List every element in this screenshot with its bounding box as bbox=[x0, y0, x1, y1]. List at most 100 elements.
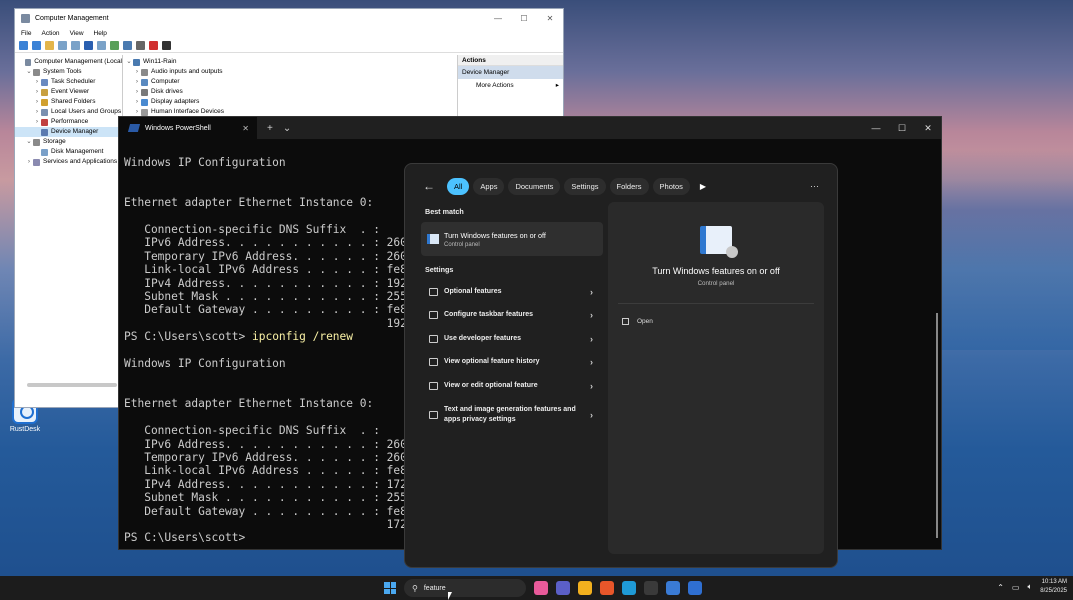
tree-item[interactable]: ⌄ Storage bbox=[15, 137, 122, 147]
filter-settings[interactable]: Settings bbox=[564, 177, 606, 195]
tree-item-label: Shared Folders bbox=[51, 98, 96, 105]
tab-close-icon[interactable]: ✕ bbox=[242, 124, 249, 133]
volume-icon[interactable]: 🔈︎ bbox=[1027, 582, 1032, 592]
expand-icon[interactable]: › bbox=[25, 157, 33, 167]
setting-developer-features[interactable]: Use developer features › bbox=[421, 327, 603, 351]
tree-item[interactable]: Disk Management bbox=[15, 147, 122, 157]
minimize-button[interactable]: — bbox=[863, 123, 889, 134]
tree-item[interactable]: › Services and Applications bbox=[15, 157, 122, 167]
expand-icon[interactable]: ⌄ bbox=[25, 67, 33, 77]
setting-feature-history[interactable]: View optional feature history › bbox=[421, 351, 603, 375]
clock[interactable]: 10:13 AM 8/25/2025 bbox=[1040, 578, 1067, 596]
expand-icon[interactable]: › bbox=[33, 107, 41, 117]
expand-icon[interactable]: › bbox=[33, 87, 41, 97]
actions-device-manager[interactable]: Device Manager bbox=[458, 66, 563, 79]
expand-icon[interactable]: › bbox=[33, 77, 41, 87]
setting-optional-features[interactable]: Optional features › bbox=[421, 280, 603, 304]
expand-icon[interactable]: › bbox=[133, 97, 141, 107]
filter-documents[interactable]: Documents bbox=[508, 177, 561, 195]
taskbar-app-icon[interactable] bbox=[600, 581, 614, 595]
expand-icon[interactable]: › bbox=[133, 87, 141, 97]
menu-view[interactable]: View bbox=[70, 30, 84, 37]
menu-action[interactable]: Action bbox=[41, 30, 59, 37]
expand-icon[interactable]: › bbox=[33, 97, 41, 107]
maximize-button[interactable]: ☐ bbox=[511, 14, 537, 23]
taskbar-app-icon[interactable] bbox=[556, 581, 570, 595]
search-icon: ⚲ bbox=[412, 583, 418, 593]
setting-label: Optional features bbox=[444, 287, 502, 295]
cm-titlebar[interactable]: Computer Management — ☐ ✕ bbox=[15, 9, 563, 27]
open-icon bbox=[622, 317, 629, 325]
device-category[interactable]: › Display adapters bbox=[123, 97, 457, 107]
open-action[interactable]: Open bbox=[608, 312, 824, 330]
start-button[interactable] bbox=[384, 582, 396, 594]
taskbar-app-icon[interactable] bbox=[666, 581, 680, 595]
terminal-scrollbar[interactable] bbox=[936, 313, 938, 538]
filter-all[interactable]: All bbox=[447, 177, 470, 195]
computer-icon[interactable] bbox=[123, 41, 132, 50]
more-filters-icon[interactable]: ▶ bbox=[700, 182, 706, 191]
scan-hardware-icon[interactable] bbox=[110, 41, 119, 50]
filter-folders[interactable]: Folders bbox=[609, 177, 649, 195]
device-category[interactable]: › Computer bbox=[123, 77, 457, 87]
best-match-result[interactable]: Turn Windows features on or off Control … bbox=[421, 222, 603, 256]
taskbar-app-icon[interactable] bbox=[534, 581, 548, 595]
setting-label: Text and image generation features and a… bbox=[444, 405, 576, 423]
show-hide-tree-icon[interactable] bbox=[58, 41, 67, 50]
taskbar-app-icon[interactable] bbox=[578, 581, 592, 595]
back-icon[interactable] bbox=[19, 41, 28, 50]
expand-icon[interactable]: › bbox=[33, 117, 41, 127]
setting-configure-taskbar[interactable]: Configure taskbar features › bbox=[421, 304, 603, 328]
tree-item[interactable]: › Shared Folders bbox=[15, 97, 122, 107]
new-tab-button[interactable]: + bbox=[267, 123, 273, 134]
maximize-button[interactable]: ☐ bbox=[889, 123, 915, 134]
properties-icon[interactable] bbox=[71, 41, 80, 50]
action-pane-icon[interactable] bbox=[97, 41, 106, 50]
taskbar-app-icon[interactable] bbox=[622, 581, 636, 595]
forward-icon[interactable] bbox=[32, 41, 41, 50]
best-match-header: Best match bbox=[425, 207, 464, 216]
expand-icon[interactable]: › bbox=[133, 67, 141, 77]
chevron-up-icon[interactable]: ⌃ bbox=[997, 583, 1004, 592]
help-icon[interactable] bbox=[84, 41, 93, 50]
tab-windows-powershell[interactable]: Windows PowerShell ✕ bbox=[119, 117, 257, 139]
up-folder-icon[interactable] bbox=[45, 41, 54, 50]
tree-item[interactable]: › Performance bbox=[15, 117, 122, 127]
menu-help[interactable]: Help bbox=[94, 30, 107, 37]
tree-item[interactable]: Computer Management (Local bbox=[15, 57, 122, 67]
back-arrow-icon[interactable]: ← bbox=[423, 179, 443, 193]
more-options-icon[interactable]: ··· bbox=[810, 181, 819, 191]
tree-item[interactable]: › Event Viewer bbox=[15, 87, 122, 97]
close-button[interactable]: ✕ bbox=[915, 123, 941, 134]
taskbar-app-icon[interactable] bbox=[644, 581, 658, 595]
horizontal-scrollbar[interactable] bbox=[27, 383, 117, 387]
setting-edit-optional-feature[interactable]: View or edit optional feature › bbox=[421, 374, 603, 398]
device-category[interactable]: ⌄ Win11-Rain bbox=[123, 57, 457, 67]
tree-item[interactable]: ⌄ System Tools bbox=[15, 67, 122, 77]
minimize-button[interactable]: — bbox=[485, 14, 511, 23]
device-label: Audio inputs and outputs bbox=[151, 68, 223, 75]
taskbar-app-icon[interactable] bbox=[688, 581, 702, 595]
close-button[interactable]: ✕ bbox=[537, 14, 563, 23]
download-icon[interactable] bbox=[162, 41, 171, 50]
chevron-right-icon: › bbox=[590, 409, 593, 420]
update-driver-icon[interactable] bbox=[136, 41, 145, 50]
tree-item[interactable]: Device Manager bbox=[15, 127, 122, 137]
filter-apps[interactable]: Apps bbox=[473, 177, 505, 195]
expand-icon[interactable]: ⌄ bbox=[25, 137, 33, 147]
more-actions[interactable]: More Actions ▸ bbox=[458, 79, 563, 92]
chevron-down-icon[interactable]: ⌄ bbox=[283, 123, 291, 134]
tree-item[interactable]: › Local Users and Groups bbox=[15, 107, 122, 117]
menu-file[interactable]: File bbox=[21, 30, 31, 37]
filter-photos[interactable]: Photos bbox=[652, 177, 690, 195]
uninstall-icon[interactable] bbox=[149, 41, 158, 50]
device-category[interactable]: › Disk drives bbox=[123, 87, 457, 97]
network-icon[interactable]: ▭ bbox=[1012, 583, 1020, 592]
expand-icon[interactable]: › bbox=[133, 77, 141, 87]
expand-icon[interactable]: ⌄ bbox=[125, 57, 133, 67]
setting-text-image-generation[interactable]: Text and image generation features and a… bbox=[421, 398, 603, 432]
taskbar-search-box[interactable]: ⚲ feature bbox=[404, 579, 526, 597]
device-category[interactable]: › Audio inputs and outputs bbox=[123, 67, 457, 77]
start-search-panel[interactable]: ← All Apps Documents Settings Folders Ph… bbox=[404, 163, 838, 568]
tree-item[interactable]: › Task Scheduler bbox=[15, 77, 122, 87]
